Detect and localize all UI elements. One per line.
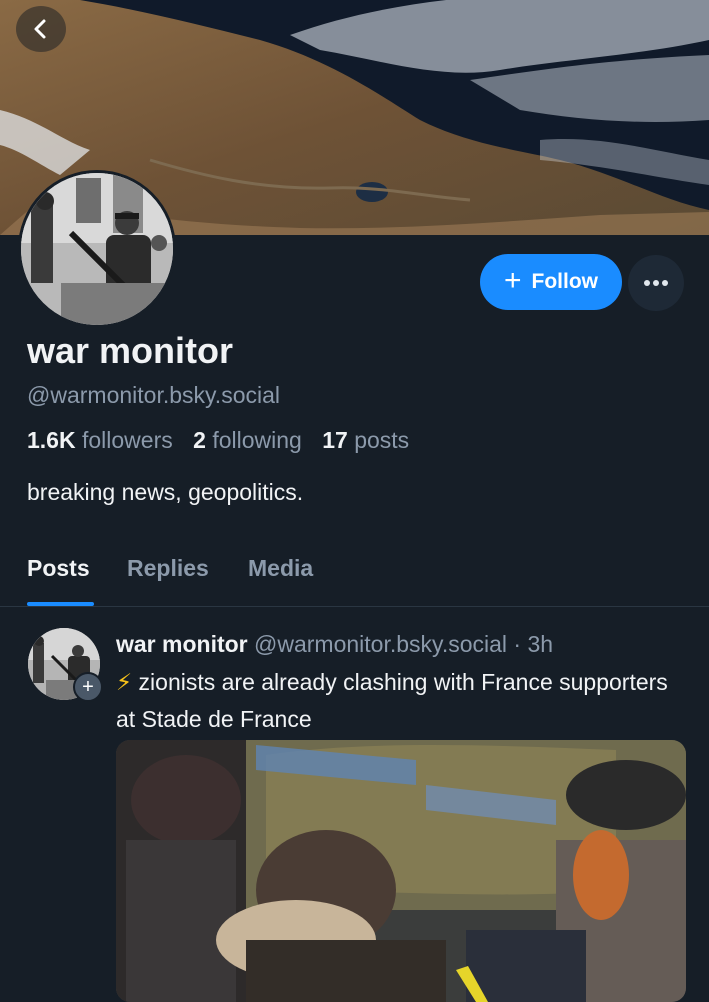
following-label: following xyxy=(212,427,302,453)
post-separator: · xyxy=(513,631,522,657)
more-options-button[interactable] xyxy=(628,255,684,311)
following-count: 2 xyxy=(193,427,206,453)
tab-media[interactable]: Media xyxy=(248,555,313,582)
followers-link[interactable]: 1.6K followers xyxy=(27,427,173,453)
post-text: ⚡ zionists are already clashing with Fra… xyxy=(116,664,676,738)
followers-label: followers xyxy=(81,427,173,453)
post-timestamp[interactable]: 3h xyxy=(527,631,553,657)
plus-icon: + xyxy=(503,263,522,297)
follow-author-plus-icon[interactable]: + xyxy=(73,672,103,702)
profile-avatar[interactable] xyxy=(18,170,176,328)
post-body: zionists are already clashing with Franc… xyxy=(116,669,668,732)
post-author-handle[interactable]: @warmonitor.bsky.social xyxy=(254,631,507,657)
posts-stat: 17 posts xyxy=(322,427,409,453)
follow-label: Follow xyxy=(531,270,599,293)
profile-tabs: Posts Replies Media xyxy=(0,548,709,606)
post-header: war monitor @warmonitor.bsky.social · 3h xyxy=(116,631,553,658)
back-button[interactable] xyxy=(16,6,66,52)
posts-count: 17 xyxy=(322,427,348,453)
profile-stats: 1.6K followers 2 following 17 posts xyxy=(27,427,409,454)
following-link[interactable]: 2 following xyxy=(193,427,302,453)
chevron-left-icon xyxy=(34,19,46,39)
video-thumbnail xyxy=(116,740,686,1002)
profile-bio: breaking news, geopolitics. xyxy=(27,479,304,505)
lightning-emoji: ⚡ xyxy=(116,669,133,695)
tabs-divider xyxy=(0,606,709,607)
ellipsis-icon xyxy=(644,280,668,286)
profile-display-name: war monitor xyxy=(27,330,234,371)
follow-button[interactable]: + Follow xyxy=(480,254,622,310)
avatar-image xyxy=(21,173,173,325)
profile-handle: @warmonitor.bsky.social xyxy=(27,382,280,408)
post-media-video[interactable] xyxy=(116,740,686,1002)
tab-replies[interactable]: Replies xyxy=(127,555,209,582)
followers-count: 1.6K xyxy=(27,427,76,453)
post-author-name[interactable]: war monitor xyxy=(116,631,248,657)
tab-posts[interactable]: Posts xyxy=(27,555,90,582)
posts-label: posts xyxy=(354,427,410,453)
